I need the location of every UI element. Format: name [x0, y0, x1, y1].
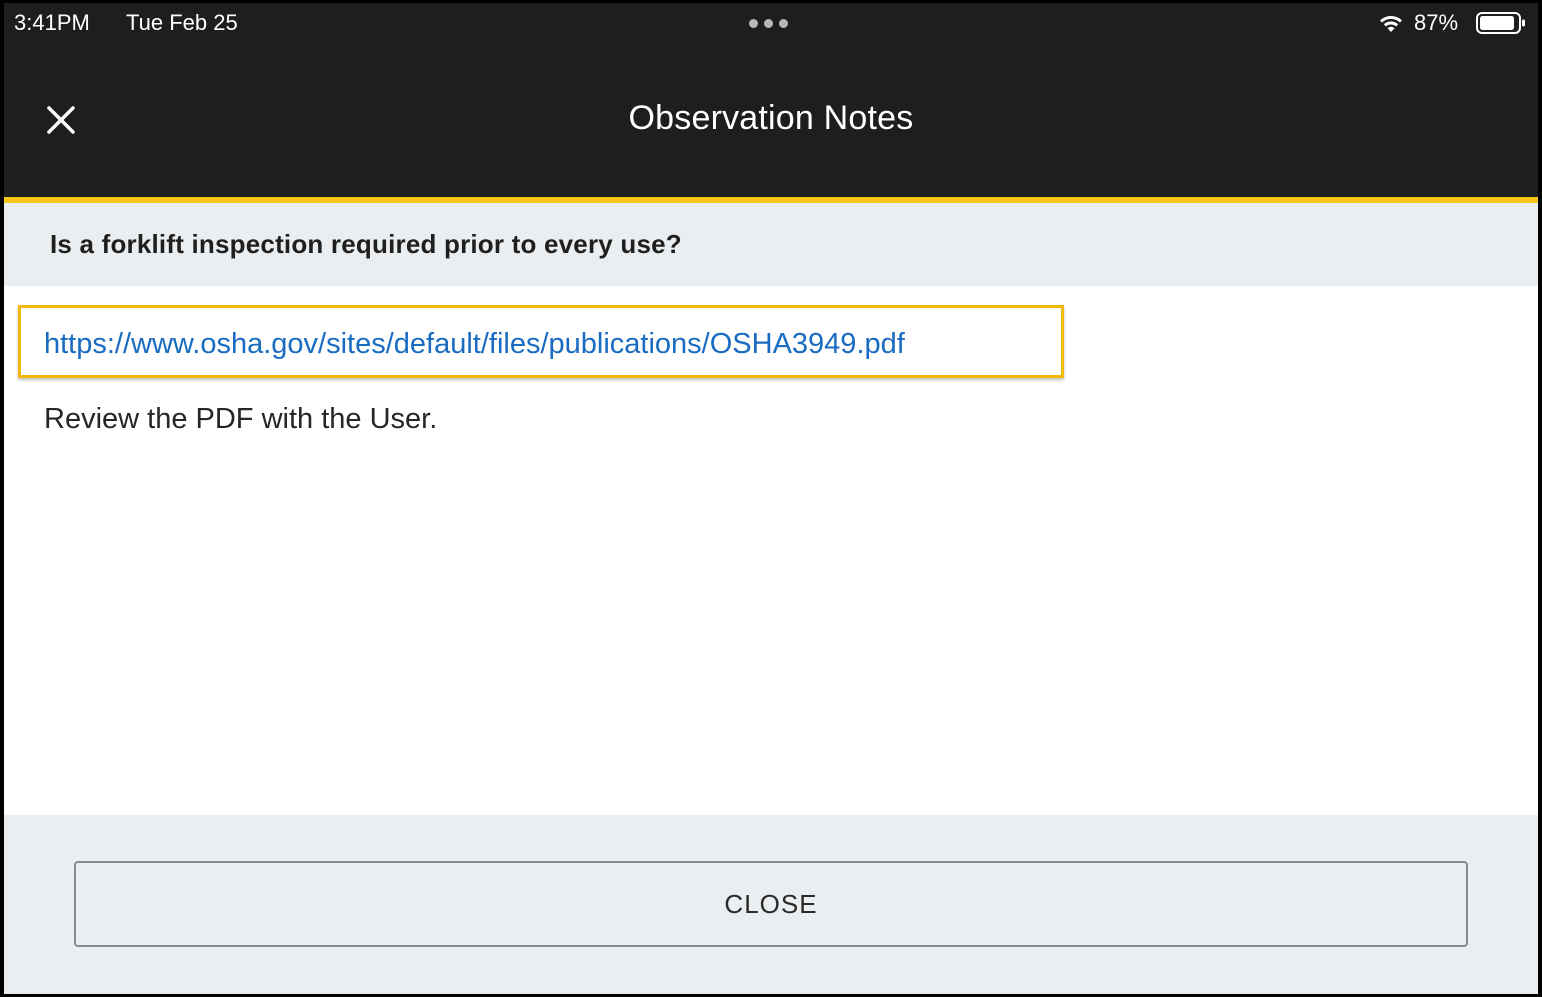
battery-icon [1476, 12, 1525, 34]
wifi-icon [1380, 16, 1402, 32]
status-time: 3:41PM [14, 10, 90, 35]
app-screen: 3:41PM Tue Feb 25 87% Observation Notes [4, 3, 1538, 994]
status-bar: 3:41PM Tue Feb 25 87% [4, 3, 1538, 43]
page-title: Observation Notes [628, 99, 914, 137]
status-date: Tue Feb 25 [126, 10, 238, 35]
close-button[interactable]: CLOSE [74, 861, 1468, 947]
more-dots-icon[interactable] [749, 19, 788, 28]
header-bar: 3:41PM Tue Feb 25 87% Observation Notes [4, 3, 1538, 197]
question-text: Is a forklift inspection required prior … [50, 229, 682, 259]
note-text: Review the PDF with the User. [44, 403, 438, 435]
battery-percent: 87% [1414, 10, 1459, 35]
osha-pdf-link[interactable]: https://www.osha.gov/sites/default/files… [44, 328, 905, 361]
